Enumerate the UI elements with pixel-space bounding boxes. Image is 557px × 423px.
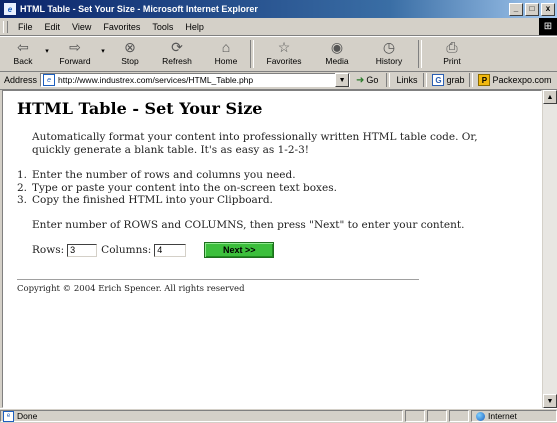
status-pane bbox=[405, 410, 425, 422]
menu-view[interactable]: View bbox=[66, 22, 97, 32]
go-button[interactable]: ➜ Go bbox=[350, 75, 384, 86]
copyright-text: Copyright © 2004 Erich Spencer. All righ… bbox=[17, 284, 245, 294]
history-icon: ◷ bbox=[382, 39, 396, 55]
columns-input[interactable] bbox=[154, 243, 187, 257]
media-icon: ◉ bbox=[330, 39, 344, 55]
list-item: 2. Type or paste your content into the on… bbox=[17, 181, 337, 194]
close-button[interactable]: x bbox=[541, 2, 555, 16]
go-label: Go bbox=[366, 75, 379, 85]
window-title: HTML Table - Set Your Size - Microsoft I… bbox=[20, 4, 258, 14]
internet-globe-icon bbox=[476, 411, 485, 421]
back-arrow-icon: ⇦ bbox=[17, 39, 29, 55]
favorites-icon: ☆ bbox=[277, 39, 291, 55]
stop-label: Stop bbox=[121, 56, 139, 66]
ie-icon: e bbox=[3, 2, 17, 16]
vertical-scrollbar[interactable]: ▲ ▼ bbox=[542, 90, 557, 408]
title-bar: e HTML Table - Set Your Size - Microsoft… bbox=[0, 0, 557, 18]
list-item: 3. Copy the finished HTML into your Clipb… bbox=[17, 194, 273, 206]
toolbar-grip[interactable] bbox=[3, 20, 8, 33]
menu-bar: File Edit View Favorites Tools Help bbox=[0, 18, 557, 36]
address-label: Address bbox=[4, 75, 38, 85]
menu-file[interactable]: File bbox=[12, 22, 39, 32]
rows-label: Rows: bbox=[32, 244, 65, 256]
forward-dropdown-icon[interactable]: ▾ bbox=[98, 47, 108, 55]
forward-arrow-icon: ⇨ bbox=[69, 39, 81, 55]
toolbar-separator bbox=[469, 73, 474, 87]
home-icon: ⌂ bbox=[221, 39, 231, 55]
next-button[interactable]: Next >> bbox=[204, 242, 275, 258]
media-label: Media bbox=[325, 56, 349, 66]
status-pane bbox=[427, 410, 447, 422]
divider bbox=[17, 279, 419, 280]
refresh-icon: ⟳ bbox=[171, 39, 183, 55]
menu-favorites[interactable]: Favorites bbox=[97, 22, 146, 32]
back-dropdown-icon[interactable]: ▾ bbox=[42, 47, 52, 55]
address-input[interactable]: e http://www.industrex.com/services/HTML… bbox=[40, 73, 351, 87]
stop-icon: ⊗ bbox=[124, 39, 136, 55]
rows-input[interactable] bbox=[67, 243, 98, 257]
back-label: Back bbox=[13, 56, 33, 66]
windows-logo-icon: ⊞ bbox=[539, 18, 557, 35]
toolbar-separator bbox=[423, 73, 428, 87]
back-button[interactable]: ⇦ Back bbox=[4, 37, 42, 69]
toolbar-separator bbox=[386, 73, 391, 87]
link-packexpo-label: Packexpo.com bbox=[492, 75, 552, 85]
history-label: History bbox=[375, 56, 403, 66]
page-title: HTML Table - Set Your Size bbox=[17, 99, 263, 118]
packexpo-icon: P bbox=[478, 74, 491, 86]
refresh-button[interactable]: ⟳ Refresh bbox=[152, 37, 202, 69]
intro-text: Automatically format your content into p… bbox=[32, 131, 478, 156]
forward-button[interactable]: ⇨ Forward bbox=[52, 37, 98, 69]
window-controls: _ □ x bbox=[509, 2, 555, 16]
print-button[interactable]: ⎙ Print bbox=[422, 37, 482, 69]
printer-icon: ⎙ bbox=[446, 39, 458, 55]
security-zone: Internet bbox=[471, 410, 557, 422]
status-text: Done bbox=[17, 411, 38, 421]
link-packexpo[interactable]: P Packexpo.com bbox=[475, 74, 554, 86]
favorites-button[interactable]: ☆ Favorites bbox=[254, 37, 314, 69]
minimize-button[interactable]: _ bbox=[509, 2, 523, 16]
steps-list: 1. Enter the number of rows and columns y… bbox=[17, 169, 337, 207]
zone-label: Internet bbox=[488, 411, 517, 421]
status-pane bbox=[449, 410, 469, 422]
maximize-button[interactable]: □ bbox=[525, 2, 539, 16]
google-icon: G bbox=[432, 74, 445, 86]
page-icon: e bbox=[43, 74, 56, 86]
size-form: Rows: Columns: Next >> bbox=[32, 242, 275, 258]
scroll-up-icon[interactable]: ▲ bbox=[543, 90, 557, 104]
page-viewport: HTML Table - Set Your Size Automatically… bbox=[2, 90, 542, 408]
status-text-pane: e Done bbox=[0, 410, 403, 422]
menu-tools[interactable]: Tools bbox=[146, 22, 179, 32]
media-button[interactable]: ◉ Media bbox=[314, 37, 360, 69]
menu-help[interactable]: Help bbox=[179, 22, 210, 32]
scroll-down-icon[interactable]: ▼ bbox=[543, 394, 557, 408]
standard-toolbar: ⇦ Back ▾ ⇨ Forward ▾ ⊗ Stop ⟳ Refresh ⌂ … bbox=[0, 36, 557, 72]
instructions-text: Enter number of ROWS and COLUMNS, then p… bbox=[32, 219, 465, 231]
page-done-icon: e bbox=[3, 410, 14, 422]
favorites-label: Favorites bbox=[266, 56, 302, 66]
link-grab-label: grab bbox=[446, 75, 465, 85]
go-arrow-icon: ➜ bbox=[356, 74, 365, 86]
home-button[interactable]: ⌂ Home bbox=[202, 37, 250, 69]
columns-label: Columns: bbox=[101, 244, 152, 256]
history-button[interactable]: ◷ History bbox=[360, 37, 418, 69]
status-bar: e Done Internet bbox=[0, 408, 557, 423]
address-bar: Address e http://www.industrex.com/servi… bbox=[0, 71, 557, 90]
menu-edit[interactable]: Edit bbox=[39, 22, 67, 32]
links-label[interactable]: Links bbox=[392, 75, 421, 85]
address-dropdown-icon[interactable]: ▼ bbox=[335, 73, 350, 87]
stop-button[interactable]: ⊗ Stop bbox=[108, 37, 152, 69]
forward-label: Forward bbox=[59, 56, 91, 66]
link-grab[interactable]: G grab bbox=[429, 74, 467, 86]
list-item: 1. Enter the number of rows and columns y… bbox=[17, 169, 296, 181]
home-label: Home bbox=[214, 56, 238, 66]
address-url[interactable]: http://www.industrex.com/services/HTML_T… bbox=[58, 75, 335, 85]
refresh-label: Refresh bbox=[162, 56, 192, 66]
print-label: Print bbox=[443, 56, 461, 66]
